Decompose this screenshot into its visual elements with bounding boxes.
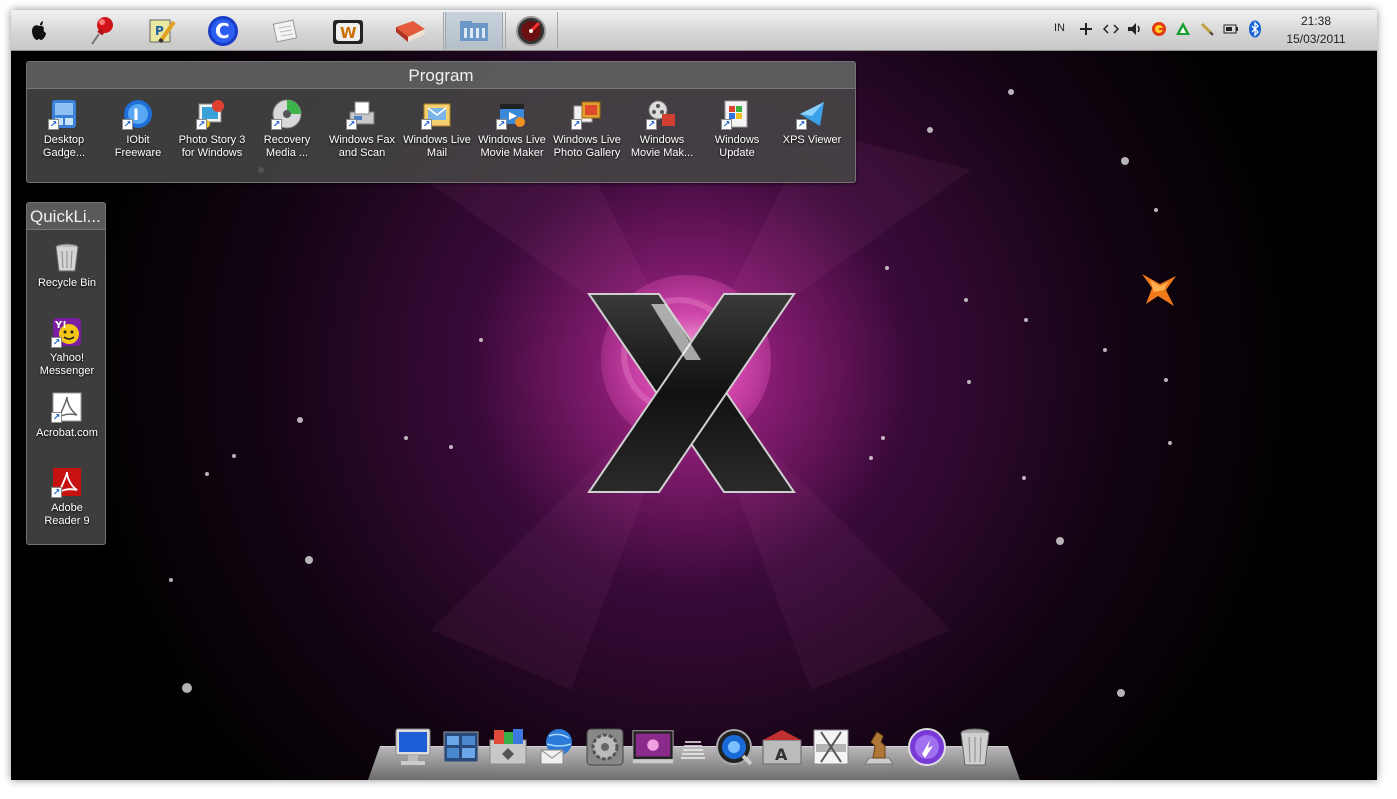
fence-item-label: Desktop Gadge... bbox=[42, 134, 86, 159]
fence-item-movie-maker[interactable]: ↗ Windows Movie Mak... bbox=[625, 98, 699, 160]
pen-icon[interactable] bbox=[1198, 20, 1216, 38]
desktop-screen: P C W IN 21:38 15/03/2011 Program ↗ Desk… bbox=[11, 10, 1377, 780]
fence-title: QuickLi... bbox=[30, 207, 101, 226]
top-menubar: P C W IN 21:38 15/03/2011 bbox=[11, 10, 1377, 51]
system-preferences-icon[interactable] bbox=[583, 724, 627, 770]
live-mail-icon: ↗ bbox=[421, 98, 453, 130]
menubar-divider bbox=[443, 12, 444, 49]
svg-text:Y!: Y! bbox=[54, 320, 67, 331]
battery-icon[interactable] bbox=[1222, 20, 1240, 38]
quicktime-icon[interactable] bbox=[712, 724, 756, 770]
fence-item-xps-viewer[interactable]: ↗ XPS Viewer bbox=[775, 98, 849, 147]
purple-orb-icon[interactable] bbox=[905, 724, 949, 770]
live-movie-maker-icon: ↗ bbox=[496, 98, 528, 130]
plus-icon[interactable] bbox=[1077, 20, 1095, 38]
apple-logo-icon[interactable] bbox=[15, 12, 63, 49]
fence-item-acrobat-com[interactable]: ↗ Acrobat.com bbox=[30, 391, 104, 440]
language-indicator[interactable]: IN bbox=[1054, 22, 1065, 34]
adobe-reader-icon: ↗ bbox=[51, 466, 83, 498]
xps-viewer-icon: ↗ bbox=[796, 98, 828, 130]
fax-icon: ↗ bbox=[346, 98, 378, 130]
fence-item-label: Windows Fax and Scan bbox=[328, 134, 396, 159]
clock-time[interactable]: 21:38 bbox=[1281, 14, 1351, 28]
scissors-tool-icon[interactable] bbox=[809, 724, 853, 770]
ccleaner-icon[interactable]: C bbox=[199, 12, 247, 49]
chess-icon[interactable] bbox=[857, 724, 901, 770]
winrar-books-icon[interactable]: W bbox=[324, 12, 372, 49]
fence-item-live-movie-maker[interactable]: ↗ Windows Live Movie Maker bbox=[475, 98, 549, 160]
pushpin-icon[interactable] bbox=[79, 12, 127, 49]
fence-item-label: Windows Movie Mak... bbox=[630, 134, 694, 159]
yahoo-messenger-icon: Y! ↗ bbox=[51, 316, 83, 348]
svg-text:A: A bbox=[775, 745, 788, 764]
fence-item-label: Recycle Bin bbox=[37, 277, 97, 289]
globe-mail-icon[interactable] bbox=[535, 724, 579, 770]
iobit-icon: I ↗ bbox=[122, 98, 154, 130]
fence-item-fax-scan[interactable]: ↗ Windows Fax and Scan bbox=[325, 98, 399, 160]
fence-item-photo-gallery[interactable]: ↗ Windows Live Photo Gallery bbox=[550, 98, 624, 160]
fence-item-label: Windows Live Movie Maker bbox=[478, 134, 546, 159]
windows-update-icon: ↗ bbox=[721, 98, 753, 130]
fence-item-windows-update[interactable]: ↗ Windows Update bbox=[700, 98, 774, 160]
fence-item-label: Windows Update bbox=[714, 134, 760, 159]
svg-text:W: W bbox=[340, 24, 357, 42]
photo-story-icon: ↗ bbox=[196, 98, 228, 130]
dock-separator bbox=[675, 724, 711, 770]
fence-item-label: Windows Live Photo Gallery bbox=[553, 134, 621, 159]
bluetooth-icon[interactable] bbox=[1246, 20, 1264, 38]
speaker-icon[interactable] bbox=[1126, 20, 1144, 38]
program-fence: Program ↗ Desktop Gadge... I ↗ IObit Fre… bbox=[26, 61, 856, 183]
photo-gallery-icon: ↗ bbox=[571, 98, 603, 130]
menubar-divider bbox=[505, 12, 506, 49]
notepad-pencil-icon[interactable]: P bbox=[137, 12, 185, 49]
library-folder-icon[interactable] bbox=[445, 12, 503, 49]
acrobat-com-icon: ↗ bbox=[51, 391, 83, 423]
movie-maker-icon: ↗ bbox=[646, 98, 678, 130]
clock-date[interactable]: 15/03/2011 bbox=[1275, 32, 1357, 46]
gadget-icon: ↗ bbox=[48, 98, 80, 130]
fence-item-yahoo-messenger[interactable]: Y! ↗ Yahoo! Messenger bbox=[30, 316, 104, 378]
red-book-icon[interactable] bbox=[386, 12, 434, 49]
red-g-icon[interactable] bbox=[1150, 20, 1168, 38]
quicklinks-fence: QuickLi... Recycle Bin Y! ↗ Yahoo! Messe… bbox=[26, 202, 106, 545]
speedometer-icon[interactable] bbox=[507, 12, 555, 49]
orange-burst-icon[interactable] bbox=[1136, 266, 1182, 312]
fence-item-iobit[interactable]: I ↗ IObit Freeware bbox=[101, 98, 175, 160]
fence-item-adobe-reader[interactable]: ↗ Adobe Reader 9 bbox=[30, 466, 104, 528]
fence-item-label: Photo Story 3 for Windows bbox=[178, 134, 246, 159]
fence-item-label: Yahoo! Messenger bbox=[39, 352, 95, 377]
app-store-icon[interactable]: A bbox=[760, 724, 804, 770]
fence-item-label: Windows Live Mail bbox=[403, 134, 471, 159]
fence-item-label: Recovery Media ... bbox=[263, 134, 311, 159]
fence-item-recycle-bin[interactable]: Recycle Bin bbox=[30, 241, 104, 290]
recycle-bin-icon bbox=[51, 241, 83, 273]
fence-item-label: Acrobat.com bbox=[36, 427, 98, 439]
fence-item-recovery-media[interactable]: ↗ Recovery Media ... bbox=[250, 98, 324, 160]
folders-icon[interactable] bbox=[486, 724, 530, 770]
menubar-divider bbox=[557, 12, 558, 49]
code-arrows-icon[interactable] bbox=[1102, 20, 1120, 38]
fence-item-photo-story[interactable]: ↗ Photo Story 3 for Windows bbox=[175, 98, 249, 160]
svg-text:I: I bbox=[133, 105, 139, 124]
recovery-disc-icon: ↗ bbox=[271, 98, 303, 130]
computer-monitor-icon[interactable] bbox=[391, 724, 435, 770]
desktop-windows-icon[interactable] bbox=[439, 724, 483, 770]
fence-item-label: XPS Viewer bbox=[782, 134, 842, 146]
fence-item-label: Adobe Reader 9 bbox=[44, 502, 90, 527]
svg-text:C: C bbox=[215, 19, 230, 43]
notes-icon[interactable] bbox=[262, 12, 310, 49]
screen-photo-icon[interactable] bbox=[631, 724, 675, 770]
green-triangle-icon[interactable] bbox=[1174, 20, 1192, 38]
trash-can-icon[interactable] bbox=[953, 724, 997, 770]
fence-title: Program bbox=[408, 66, 474, 85]
fence-item-desktop-gadgets[interactable]: ↗ Desktop Gadge... bbox=[27, 98, 101, 160]
fence-item-label: IObit Freeware bbox=[114, 134, 162, 159]
fence-item-live-mail[interactable]: ↗ Windows Live Mail bbox=[400, 98, 474, 160]
